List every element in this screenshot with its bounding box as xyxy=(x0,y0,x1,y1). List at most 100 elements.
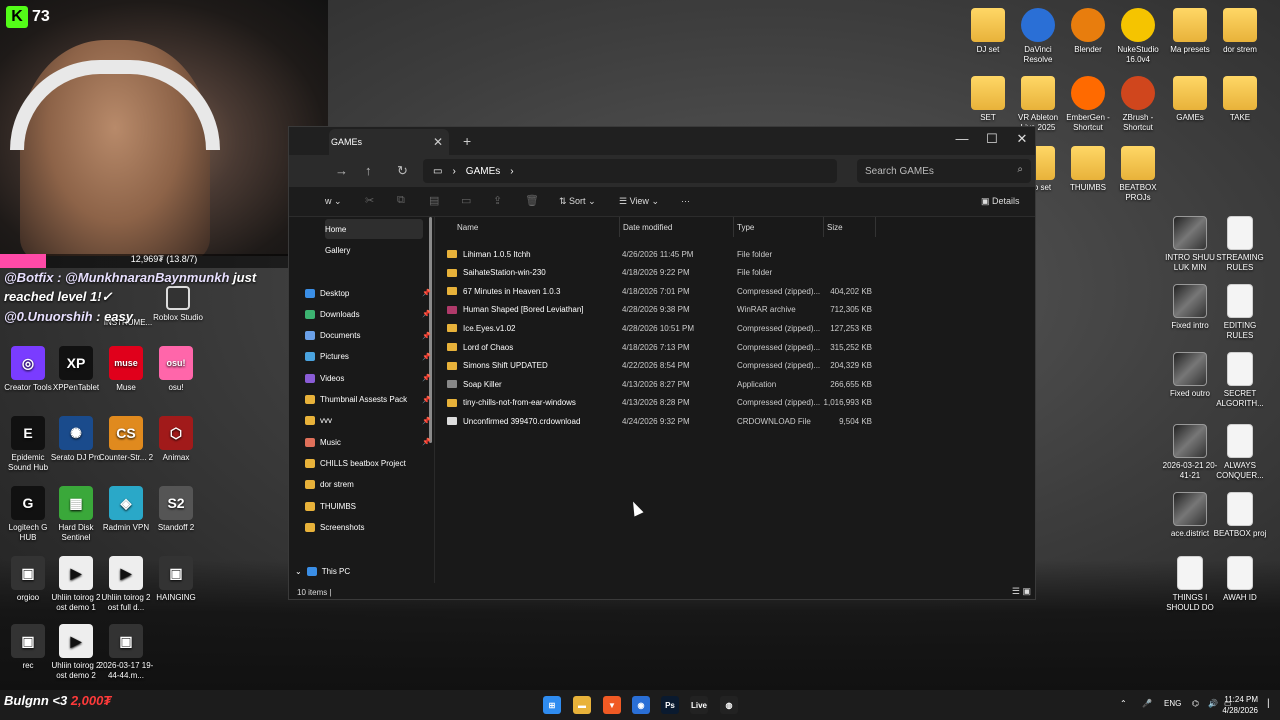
column-divider[interactable] xyxy=(619,217,620,237)
table-row[interactable]: Simons Shift UPDATED 4/22/2026 8:54 PM Com… xyxy=(447,357,887,375)
desktop-icon-muse[interactable]: muse Muse xyxy=(98,346,154,393)
desktop-icon-games[interactable]: GAMEs xyxy=(1162,76,1218,123)
column-date[interactable]: Date modified xyxy=(623,223,672,232)
new-tab-icon[interactable]: + xyxy=(463,133,471,149)
table-row[interactable]: tiny-chills-not-from-ear-windows 4/13/202… xyxy=(447,394,887,412)
desktop-icon-secret-algorith[interactable]: SECRET ALGORITH... xyxy=(1212,352,1268,409)
column-divider[interactable] xyxy=(823,217,824,237)
table-row[interactable]: Lord of Chaos 4/18/2026 7:13 PM Compressed… xyxy=(447,338,887,356)
maximize-icon[interactable]: ☐ xyxy=(977,131,1007,147)
desktop-icon-osu[interactable]: osu! osu! xyxy=(148,346,204,393)
desktop-icon-xppentablet[interactable]: XP XPPenTablet xyxy=(48,346,104,393)
desktop-icon-radmin-vpn[interactable]: ◈ Radmin VPN xyxy=(98,486,154,533)
desktop-icon-beatbox-proj[interactable]: BEATBOX proj xyxy=(1212,492,1268,539)
desktop-icon-ma-presets[interactable]: Ma presets xyxy=(1162,8,1218,55)
desktop-icon-take[interactable]: TAKE xyxy=(1212,76,1268,123)
nav-item-documents[interactable]: Documents 📌 xyxy=(305,326,435,346)
desktop-icon-thuimbs[interactable]: THUIMBS xyxy=(1060,146,1116,193)
desktop-icon-embergen-shortcut[interactable]: EmberGen - Shortcut xyxy=(1060,76,1116,133)
details-button[interactable]: ▣ Details xyxy=(981,196,1020,207)
table-row[interactable]: Unconfirmed 399470.crdownload 4/24/2026 9… xyxy=(447,412,887,430)
share-icon[interactable]: ⇪ xyxy=(493,194,502,207)
photoshop-icon[interactable]: Ps xyxy=(661,696,679,714)
file-explorer-icon[interactable]: ▬ xyxy=(573,696,591,714)
new-button[interactable]: w ⌄ xyxy=(325,196,342,207)
desktop-icon-beatbox-projs[interactable]: BEATBOX PROJs xyxy=(1110,146,1166,203)
chevron-up-icon[interactable]: ⌃ xyxy=(1120,699,1127,708)
table-row[interactable]: SaihateStation-win-230 4/18/2026 9:22 PM F… xyxy=(447,264,887,282)
column-divider[interactable] xyxy=(875,217,876,237)
nav-item-thuimbs[interactable]: THUIMBS xyxy=(305,496,435,516)
table-row[interactable]: 67 Minutes in Heaven 1.0.3 4/18/2026 7:01… xyxy=(447,282,887,300)
nav-item-dor-strem[interactable]: dor strem xyxy=(305,475,435,495)
breadcrumb[interactable]: GAMEs xyxy=(466,166,500,177)
table-row[interactable]: Ice.Eyes.v1.02 4/28/2026 10:51 PM Compress… xyxy=(447,319,887,337)
clock[interactable]: 11:24 PM 4/28/2026 xyxy=(1222,694,1258,716)
tab-games[interactable]: GAMEs ✕ xyxy=(329,129,449,155)
desktop-icon-uhliin-toirog-2-ost-demo-2[interactable]: ▶ Uhliin toirog 2 ost demo 2 xyxy=(48,624,104,681)
desktop-icon-blender[interactable]: Blender xyxy=(1060,8,1116,55)
desktop-icon-counter-str-2[interactable]: CS Counter-Str... 2 xyxy=(98,416,154,463)
desktop-icon-2026-03-21-20-41-21[interactable]: 2026-03-21 20-41-21 xyxy=(1162,424,1218,481)
desktop-icon-things-i-should-do[interactable]: THINGS I SHOULD DO xyxy=(1162,556,1218,613)
cut-icon[interactable]: ✂ xyxy=(365,194,374,207)
column-name[interactable]: Name xyxy=(457,223,478,232)
osu-tray-icon[interactable]: ◍ xyxy=(720,696,738,714)
forward-icon[interactable]: → xyxy=(335,163,348,178)
refresh-icon[interactable]: ↻ xyxy=(397,163,408,179)
copy-icon[interactable]: ⧉ xyxy=(397,194,405,207)
desktop-icon-dor-strem[interactable]: dor strem xyxy=(1212,8,1268,55)
more-options-button[interactable]: ··· xyxy=(681,196,690,206)
language-indicator[interactable]: ENG xyxy=(1164,699,1181,708)
davinci-icon[interactable]: ◉ xyxy=(632,696,650,714)
desktop-icon-intro-shuu-luk-min[interactable]: INTRO SHUU LUK MIN xyxy=(1162,216,1218,273)
desktop-icon-fixed-intro[interactable]: Fixed intro xyxy=(1162,284,1218,331)
desktop-icon-uhliin-toirog-2-ost-full-d[interactable]: ▶ Uhliin toirog 2 ost full d... xyxy=(98,556,154,613)
desktop-icon-2026-03-17-19-44-44-m[interactable]: ▣ 2026-03-17 19-44-44.m... xyxy=(98,624,154,681)
up-icon[interactable]: ↑ xyxy=(365,163,372,178)
desktop-icon-dj-set[interactable]: DJ set xyxy=(960,8,1016,55)
nav-item-thumbnail-assests-pack[interactable]: Thumbnail Assests Pack 📌 xyxy=(305,390,435,410)
table-row[interactable]: Lihiman 1.0.5 Itchh 4/26/2026 11:45 PM Fil… xyxy=(447,245,887,263)
desktop-icon-serato-dj-pro[interactable]: ✺ Serato DJ Pro xyxy=(48,416,104,463)
nav-item-downloads[interactable]: Downloads 📌 xyxy=(305,304,435,324)
microphone-icon[interactable]: 🎤 xyxy=(1142,699,1152,708)
sort-button[interactable]: ⇅ Sort ⌄ xyxy=(559,196,596,207)
table-row[interactable]: Soap Killer 4/13/2026 8:27 PM Application 2… xyxy=(447,375,887,393)
desktop-icon-standoff-2[interactable]: S2 Standoff 2 xyxy=(148,486,204,533)
minimize-icon[interactable]: — xyxy=(947,131,977,146)
close-window-icon[interactable]: ✕ xyxy=(1007,131,1037,147)
desktop-icon-awah-id[interactable]: AWAH ID xyxy=(1212,556,1268,603)
close-tab-icon[interactable]: ✕ xyxy=(433,135,443,149)
details-view-icon[interactable]: ☰ xyxy=(1012,586,1020,596)
notification-icon[interactable]: ▏ xyxy=(1268,699,1274,708)
nav-item-music[interactable]: Music 📌 xyxy=(305,432,435,452)
desktop-icon-fixed-outro[interactable]: Fixed outro xyxy=(1162,352,1218,399)
column-type[interactable]: Type xyxy=(737,223,754,232)
address-field[interactable]: ▭ › GAMEs › xyxy=(423,159,837,183)
chevron-down-icon[interactable]: ⌄ xyxy=(295,567,302,576)
nav-item-home[interactable]: Home xyxy=(325,219,423,239)
desktop-icon-always-conquer[interactable]: ALWAYS CONQUER... xyxy=(1212,424,1268,481)
desktop-icon-editing-rules[interactable]: EDITING RULES xyxy=(1212,284,1268,341)
desktop-icon-zbrush-shortcut[interactable]: ZBrush - Shortcut xyxy=(1110,76,1166,133)
desktop-icon-davinci-resolve[interactable]: DaVinci Resolve xyxy=(1010,8,1066,65)
paste-icon[interactable]: ▤ xyxy=(429,194,439,207)
desktop-icon-vr-ableton-live-2025[interactable]: VR Ableton Live 2025 xyxy=(1010,76,1066,133)
column-divider[interactable] xyxy=(733,217,734,237)
rename-icon[interactable]: ▭ xyxy=(461,194,471,207)
delete-icon[interactable]: 🗑 xyxy=(525,194,539,207)
desktop-icon-streaming-rules[interactable]: STREAMING RULES xyxy=(1212,216,1268,273)
desktop-icon-animax[interactable]: ⬡ Animax xyxy=(148,416,204,463)
start-icon[interactable]: ⊞ xyxy=(543,696,561,714)
nav-item-desktop[interactable]: Desktop 📌 xyxy=(305,283,435,303)
nav-item-vvv[interactable]: vvv 📌 xyxy=(305,411,435,431)
table-row[interactable]: Human Shaped [Bored Leviathan] 4/28/2026 … xyxy=(447,301,887,319)
desktop-icon-hard-disk-sentinel[interactable]: ▦ Hard Disk Sentinel xyxy=(48,486,104,543)
network-icon[interactable]: ⌬ xyxy=(1192,699,1199,708)
nav-item-chills-beatbox-project[interactable]: CHILLS beatbox Project xyxy=(305,453,435,473)
live-icon[interactable]: Live xyxy=(690,696,708,714)
desktop-icon-ace-district[interactable]: ace.district xyxy=(1162,492,1218,539)
brave-icon[interactable]: ▼ xyxy=(603,696,621,714)
tiles-view-icon[interactable]: ▣ xyxy=(1022,586,1031,596)
